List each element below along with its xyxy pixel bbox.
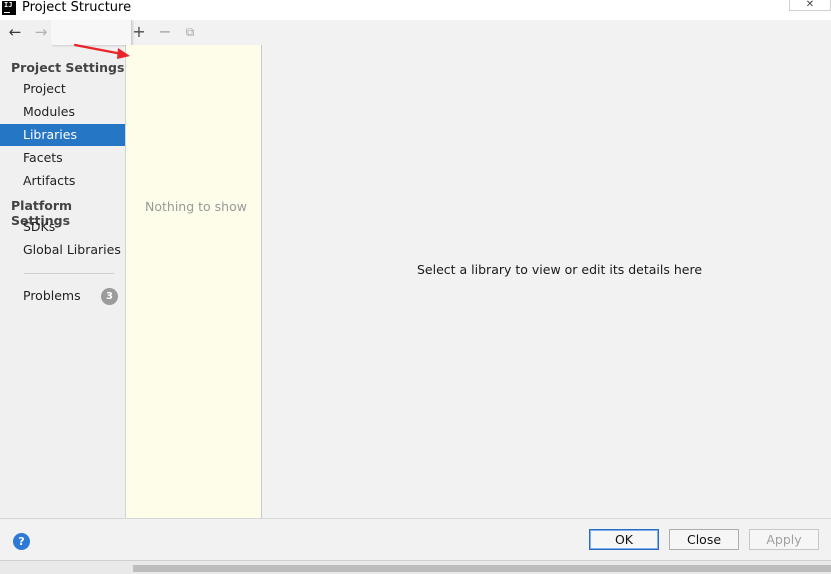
project-structure-dialog: ← → Project Settings Project Modules Lib… <box>0 20 831 561</box>
project-settings-heading: Project Settings <box>11 60 125 75</box>
library-list[interactable]: Nothing to show <box>126 45 262 518</box>
forward-arrow-icon[interactable]: → <box>33 25 49 41</box>
title-bar: IJ Project Structure ✕ <box>0 0 831 21</box>
copy-library-button[interactable]: ⧉ <box>182 24 198 40</box>
ok-button[interactable]: OK <box>589 529 659 550</box>
red-annotation-arrow-icon <box>73 43 130 59</box>
sidebar-item-sdks[interactable]: SDKs <box>0 216 125 238</box>
sidebar-divider <box>24 273 114 274</box>
help-icon[interactable]: ? <box>13 533 30 550</box>
apply-button[interactable]: Apply <box>749 529 819 550</box>
window-bottom-edge <box>0 560 831 574</box>
sidebar-item-global-libraries[interactable]: Global Libraries <box>0 239 125 261</box>
sidebar-item-libraries[interactable]: Libraries <box>0 124 125 146</box>
sidebar-item-modules[interactable]: Modules <box>0 101 125 123</box>
sidebar-item-facets[interactable]: Facets <box>0 147 125 169</box>
back-arrow-icon[interactable]: ← <box>7 25 23 41</box>
close-button[interactable]: Close <box>669 529 739 550</box>
remove-library-button[interactable]: − <box>157 24 173 40</box>
window-title: Project Structure <box>22 0 132 15</box>
add-library-button[interactable]: + <box>131 24 147 40</box>
intellij-app-icon: IJ <box>2 1 16 15</box>
details-placeholder-message: Select a library to view or edit its det… <box>417 262 703 277</box>
empty-list-message: Nothing to show <box>145 199 247 214</box>
sidebar-item-project[interactable]: Project <box>0 78 125 100</box>
sidebar-item-artifacts[interactable]: Artifacts <box>0 170 125 192</box>
library-details-panel: Select a library to view or edit its det… <box>262 20 831 518</box>
settings-sidebar: ← → Project Settings Project Modules Lib… <box>0 20 126 518</box>
window-close-button[interactable]: ✕ <box>789 0 831 11</box>
problems-count-badge: 3 <box>101 288 118 305</box>
background-window-shadow <box>133 565 831 572</box>
dialog-footer: ? OK Close Apply <box>0 518 831 561</box>
